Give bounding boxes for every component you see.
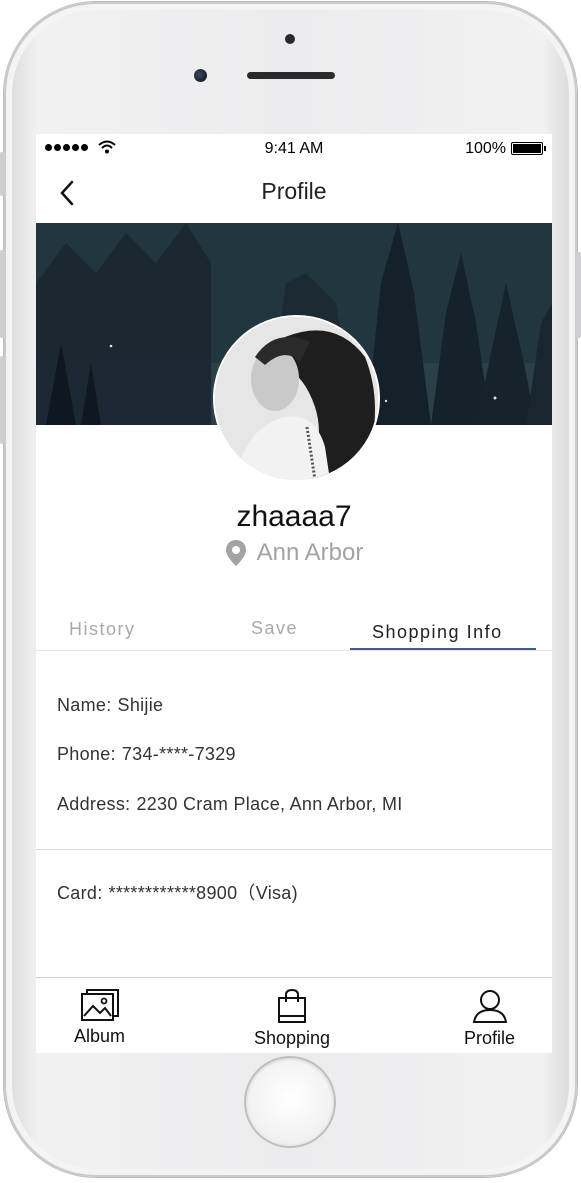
info-card-row: Card: ************8900（Visa) — [57, 879, 298, 905]
location: Ann Arbor — [36, 539, 552, 567]
battery-icon — [511, 142, 546, 155]
phone-label: Phone: — [57, 744, 116, 764]
volume-down-button — [0, 356, 5, 444]
front-camera — [194, 69, 207, 82]
address-label: Address: — [57, 794, 131, 814]
album-icon — [80, 989, 119, 1021]
battery-percentage: 100% — [465, 140, 506, 157]
name-label: Name: — [57, 695, 112, 715]
mute-switch — [0, 152, 5, 196]
proximity-sensor — [285, 34, 295, 44]
address-value: 2230 Cram Place, Ann Arbor, MI — [136, 794, 403, 814]
page-title: Profile — [261, 178, 327, 204]
location-pin-icon — [225, 540, 246, 566]
earpiece-speaker — [247, 72, 335, 79]
status-bar: 9:41 AM 100% — [36, 134, 552, 164]
info-name-row: Name: Shijie — [57, 695, 163, 716]
location-text: Ann Arbor — [256, 539, 364, 566]
shopping-bag-icon — [278, 988, 307, 1023]
phone-value: 734-****-7329 — [121, 744, 236, 764]
card-value: ************8900（Visa) — [108, 883, 298, 903]
bottom-tab-album[interactable]: Album — [74, 988, 125, 1047]
profile-label: Profile — [464, 1028, 516, 1048]
profile-avatar[interactable] — [213, 315, 380, 482]
tab-save[interactable]: Save — [251, 618, 298, 639]
power-button — [576, 252, 581, 338]
tab-shopping-info[interactable]: Shopping Info — [372, 622, 503, 643]
bottom-tab-bar: Album Shopping Profile — [36, 977, 552, 1053]
tab-history[interactable]: History — [69, 619, 136, 640]
home-button[interactable] — [246, 1058, 334, 1146]
app-screen: 9:41 AM 100% Profile zhaaaa7 Ann Arbor H… — [36, 134, 552, 1053]
bottom-tab-shopping[interactable]: Shopping — [254, 988, 330, 1049]
name-value: Shijie — [117, 695, 164, 715]
info-phone-row: Phone: 734-****-7329 — [57, 744, 236, 765]
profile-icon — [472, 990, 507, 1023]
profile-tabs: History Save Shopping Info — [36, 614, 552, 651]
info-address-row: Address: 2230 Cram Place, Ann Arbor, MI — [57, 794, 403, 815]
card-label: Card: — [57, 883, 103, 903]
shopping-label: Shopping — [254, 1028, 331, 1048]
active-tab-indicator — [350, 648, 536, 650]
navigation-bar: Profile — [36, 164, 552, 222]
volume-up-button — [0, 250, 5, 338]
album-label: Album — [74, 1026, 126, 1046]
username: zhaaaa7 — [236, 500, 352, 533]
bottom-tab-profile[interactable]: Profile — [464, 988, 515, 1049]
section-divider — [36, 849, 552, 850]
